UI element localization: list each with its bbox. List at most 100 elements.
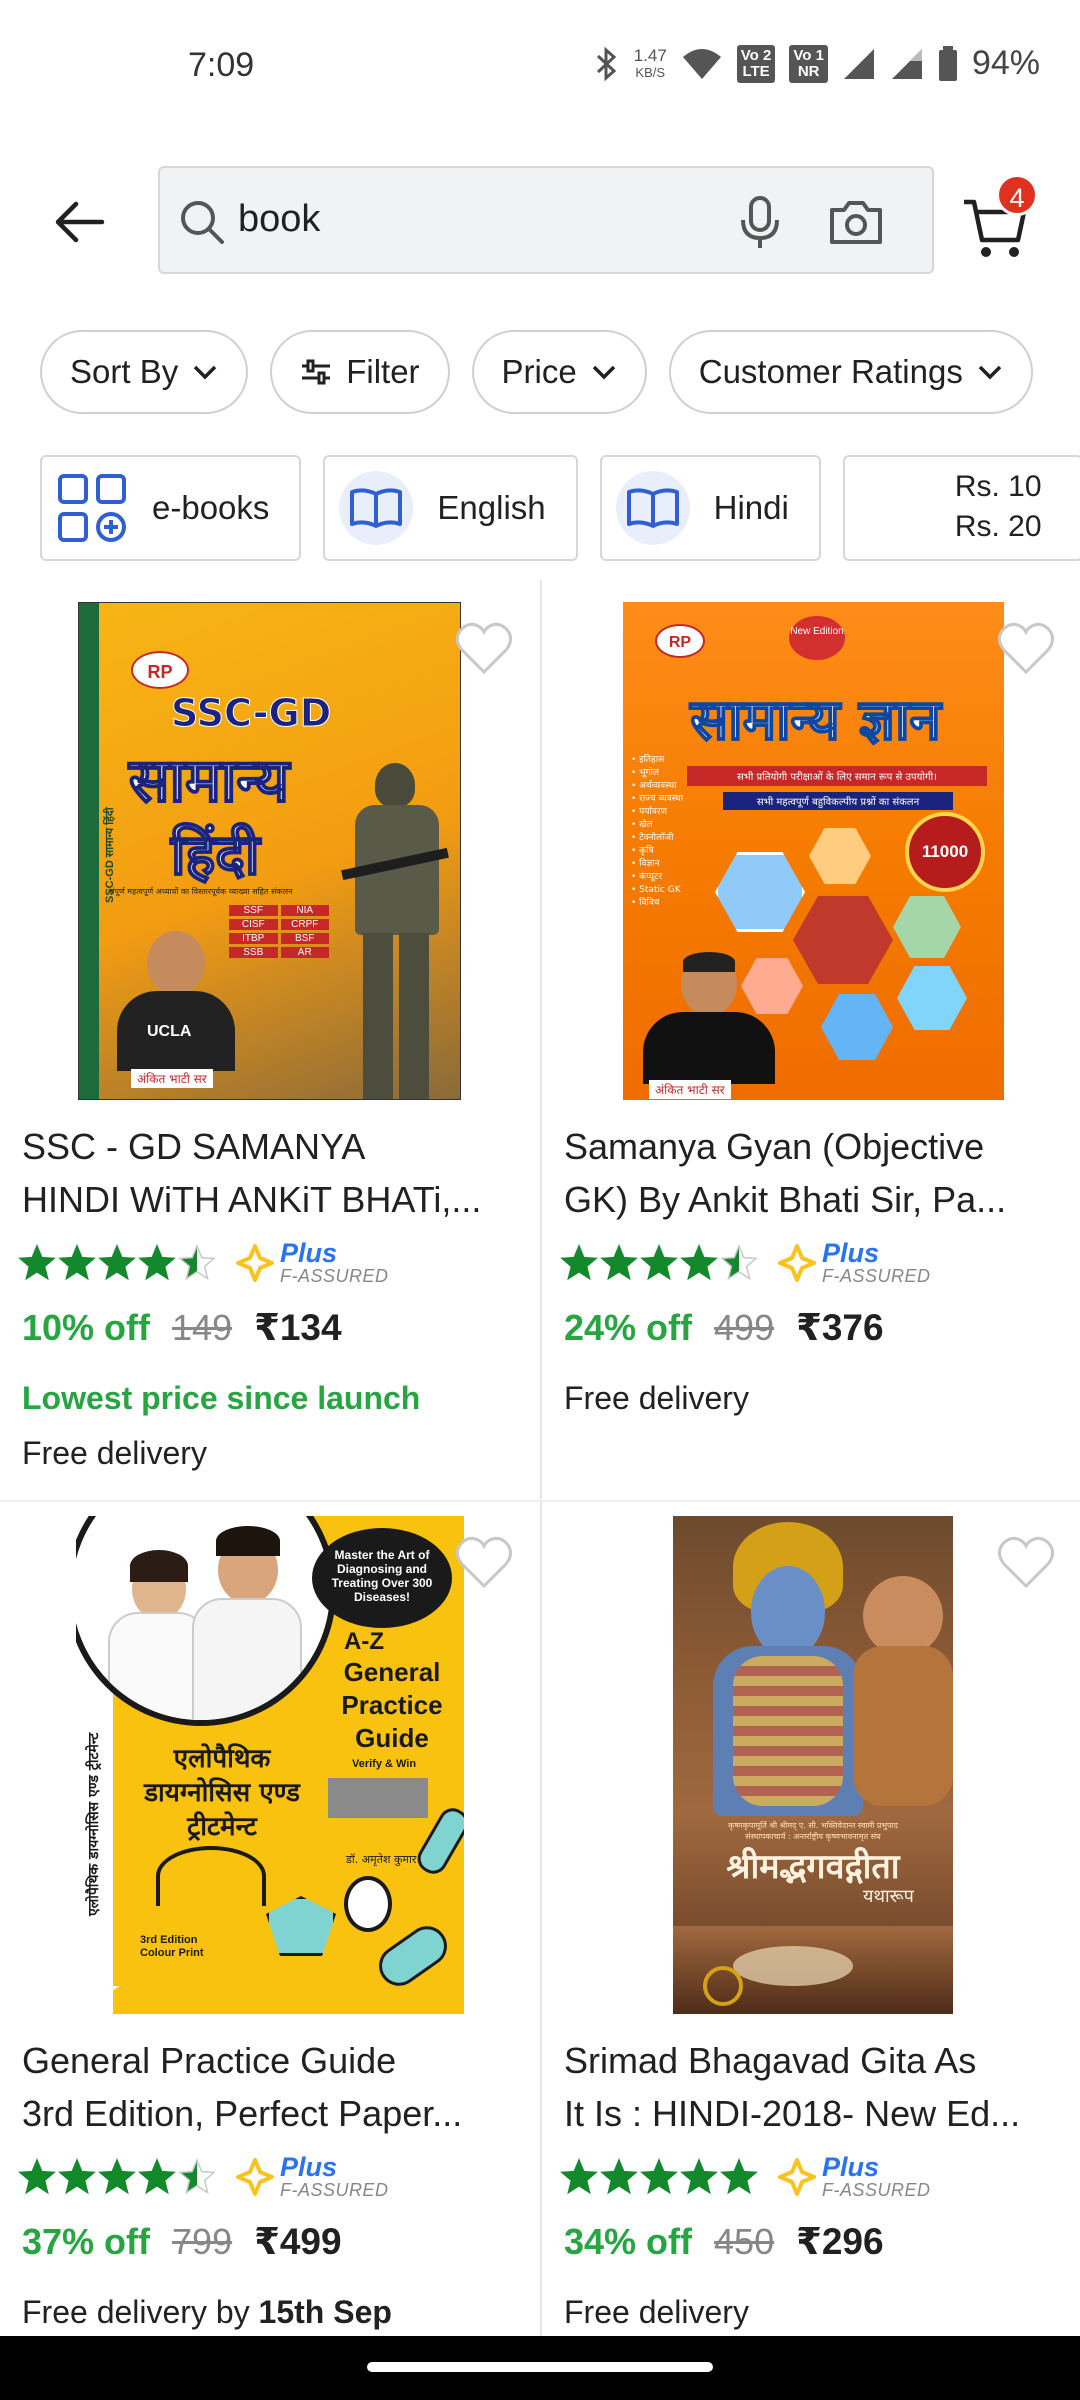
product-title[interactable]: SSC - GD SAMANYA HINDI WiTH ANKiT BHATi,… xyxy=(22,1120,522,1226)
topics-list: • इतिहास • भूगोल • अर्थव्यवस्था • राज्य व्य… xyxy=(631,754,683,910)
cover-subtitle: सभी प्रतियोगी परीक्षाओं के लिए समान रूप … xyxy=(687,766,987,786)
star-icon xyxy=(98,1243,136,1280)
heart-icon[interactable] xyxy=(996,1534,1056,1590)
filter-chip[interactable]: Filter xyxy=(270,330,450,414)
product-image[interactable]: RP New Edition सामान्य ज्ञान सभी प्रतियो… xyxy=(542,600,1080,1100)
price-range-line2: Rs. 20 xyxy=(954,510,1042,543)
topic-item: • भूगोल xyxy=(631,768,659,778)
sim1-badge: Vo 2 LTE xyxy=(736,44,776,83)
category-chips: e-books English Hindi Rs. 10 Rs. 20 xyxy=(40,455,1080,561)
customer-ratings-chip[interactable]: Customer Ratings xyxy=(668,330,1033,414)
plus-star-icon xyxy=(778,2157,816,2196)
product-image[interactable]: कृष्णकृपामूर्ति श्री श्रीमद् ए. सी. भक्त… xyxy=(542,1514,1080,2014)
delivery-note: Free delivery xyxy=(22,1435,207,1471)
sliders-icon xyxy=(302,359,331,385)
price-label: Price xyxy=(501,353,577,390)
product-rating: Plus F-ASSURED xyxy=(18,1240,389,1285)
plus-star-icon xyxy=(236,1243,274,1282)
plus-assured-badge: Plus F-ASSURED xyxy=(236,2154,389,2199)
filter-label: Filter xyxy=(346,353,420,390)
topic-item: • टेक्नोलॉजी xyxy=(631,833,674,843)
final-price: ₹296 xyxy=(796,2221,884,2262)
topic-item: • विविध xyxy=(631,898,660,908)
star-icon xyxy=(18,2157,56,2194)
product-card[interactable]: कृष्णकृपामूर्ति श्री श्रीमद् ए. सी. भक्त… xyxy=(542,1514,1080,2336)
product-title[interactable]: Samanya Gyan (Objective GK) By Ankit Bha… xyxy=(564,1120,1064,1226)
book-cover-samanya-gyan: RP New Edition सामान्य ज्ञान सभी प्रतियो… xyxy=(623,602,1004,1100)
search-query: book xyxy=(238,198,321,240)
customer-ratings-label: Customer Ratings xyxy=(698,353,963,390)
back-arrow-icon xyxy=(55,201,105,243)
mrp-price: 499 xyxy=(714,1307,775,1348)
topic-item: • अर्थव्यवस्था xyxy=(631,781,677,791)
discount-text: 34% off xyxy=(564,2221,693,2262)
product-price: 34% off 450 ₹296 xyxy=(564,2220,884,2263)
cover-bubble: Master the Art of Diagnosing and Treatin… xyxy=(312,1528,452,1628)
product-card[interactable]: SSC-GD सामान्य हिंदी RP SSC-GD सामान्य ह… xyxy=(0,600,540,1500)
mic-icon[interactable] xyxy=(730,192,790,252)
rating-stars xyxy=(560,2157,758,2196)
star-icon xyxy=(640,1243,678,1280)
product-rating: Plus F-ASSURED xyxy=(18,2154,389,2199)
signal-icon xyxy=(843,48,874,79)
status-time: 7:09 xyxy=(188,46,255,84)
home-gesture-handle[interactable] xyxy=(367,2362,713,2372)
star-icon xyxy=(560,2157,598,2194)
product-rating: Plus F-ASSURED xyxy=(560,2154,931,2199)
hindi-chip[interactable]: Hindi xyxy=(599,455,821,561)
exam-badges: SSF NIA CISF CRPF ITBP BSF SSB AR xyxy=(229,905,329,958)
cover-author: अंकित भाटी सर xyxy=(649,1080,731,1099)
product-title[interactable]: Srimad Bhagavad Gita As It Is : HINDI-20… xyxy=(564,2034,1064,2140)
topic-item: • Static GK xyxy=(631,885,681,895)
final-price: ₹499 xyxy=(254,2221,342,2262)
heart-icon[interactable] xyxy=(996,620,1056,676)
sort-by-chip[interactable]: Sort By xyxy=(40,330,249,414)
cover-author-line: कृष्णकृपामूर्ति श्री श्रीमद् ए. सी. भक्त… xyxy=(728,1821,898,1841)
cover-tagline: संपूर्ण महत्वपूर्ण अध्यायों का विस्तारपू… xyxy=(109,887,293,896)
product-title[interactable]: General Practice Guide 3rd Edition, Perf… xyxy=(22,2034,522,2140)
star-icon xyxy=(58,2157,96,2194)
heart-icon[interactable] xyxy=(454,1534,514,1590)
back-button[interactable] xyxy=(50,192,120,252)
search-icon xyxy=(181,201,224,244)
soldier-figure xyxy=(341,763,451,1099)
search-input[interactable]: book xyxy=(158,166,934,274)
row-divider xyxy=(0,1500,1080,1502)
cart-button[interactable]: 4 xyxy=(960,174,1050,264)
final-price: ₹134 xyxy=(254,1307,342,1348)
star-icon xyxy=(58,1243,96,1280)
star-icon xyxy=(600,2157,638,2194)
ebooks-chip[interactable]: e-books xyxy=(40,455,302,561)
book-icon xyxy=(339,471,414,545)
price-chip[interactable]: Price xyxy=(471,330,647,414)
filter-chips: Sort By Filter Price Customer Ratings xyxy=(40,330,1033,414)
cover-title-main: सामान्य xyxy=(128,745,290,817)
chevron-down-icon xyxy=(978,365,1002,380)
rating-stars xyxy=(560,1243,758,1282)
system-nav-bar xyxy=(0,2336,1080,2400)
star-icon xyxy=(98,2157,136,2194)
product-card[interactable]: एलोपैथिक डायग्नोसिस एण्ड ट्रीटमेन्ट Mast… xyxy=(0,1514,540,2336)
edition-badge: New Edition xyxy=(789,616,845,660)
wifi-icon xyxy=(682,48,721,79)
product-card[interactable]: RP New Edition सामान्य ज्ञान सभी प्रतियो… xyxy=(542,600,1080,1500)
topic-item: • विज्ञान xyxy=(631,859,660,869)
heart-icon[interactable] xyxy=(454,620,514,676)
product-image[interactable]: SSC-GD सामान्य हिंदी RP SSC-GD सामान्य ह… xyxy=(0,600,540,1100)
star-icon xyxy=(178,1243,216,1280)
book-cover-ssc-gd: SSC-GD सामान्य हिंदी RP SSC-GD सामान्य ह… xyxy=(78,602,461,1100)
bluetooth-icon xyxy=(596,46,616,81)
camera-icon[interactable] xyxy=(826,192,886,252)
signal-icon xyxy=(891,48,922,79)
star-icon xyxy=(720,1243,758,1280)
price-range-chip[interactable]: Rs. 10 Rs. 20 xyxy=(842,455,1080,561)
sim2-badge: Vo 1 NR xyxy=(789,44,828,83)
english-chip[interactable]: English xyxy=(323,455,578,561)
cover-verify: Verify & Win xyxy=(352,1758,417,1770)
star-icon xyxy=(138,1243,176,1280)
product-image[interactable]: एलोपैथिक डायग्नोसिस एण्ड ट्रीटमेन्ट Mast… xyxy=(0,1514,540,2014)
cover-title-en: General Practice Guide xyxy=(341,1657,443,1753)
delivery-note: Free delivery xyxy=(564,2294,749,2330)
sort-by-label: Sort By xyxy=(70,353,179,390)
star-icon xyxy=(18,1243,56,1280)
